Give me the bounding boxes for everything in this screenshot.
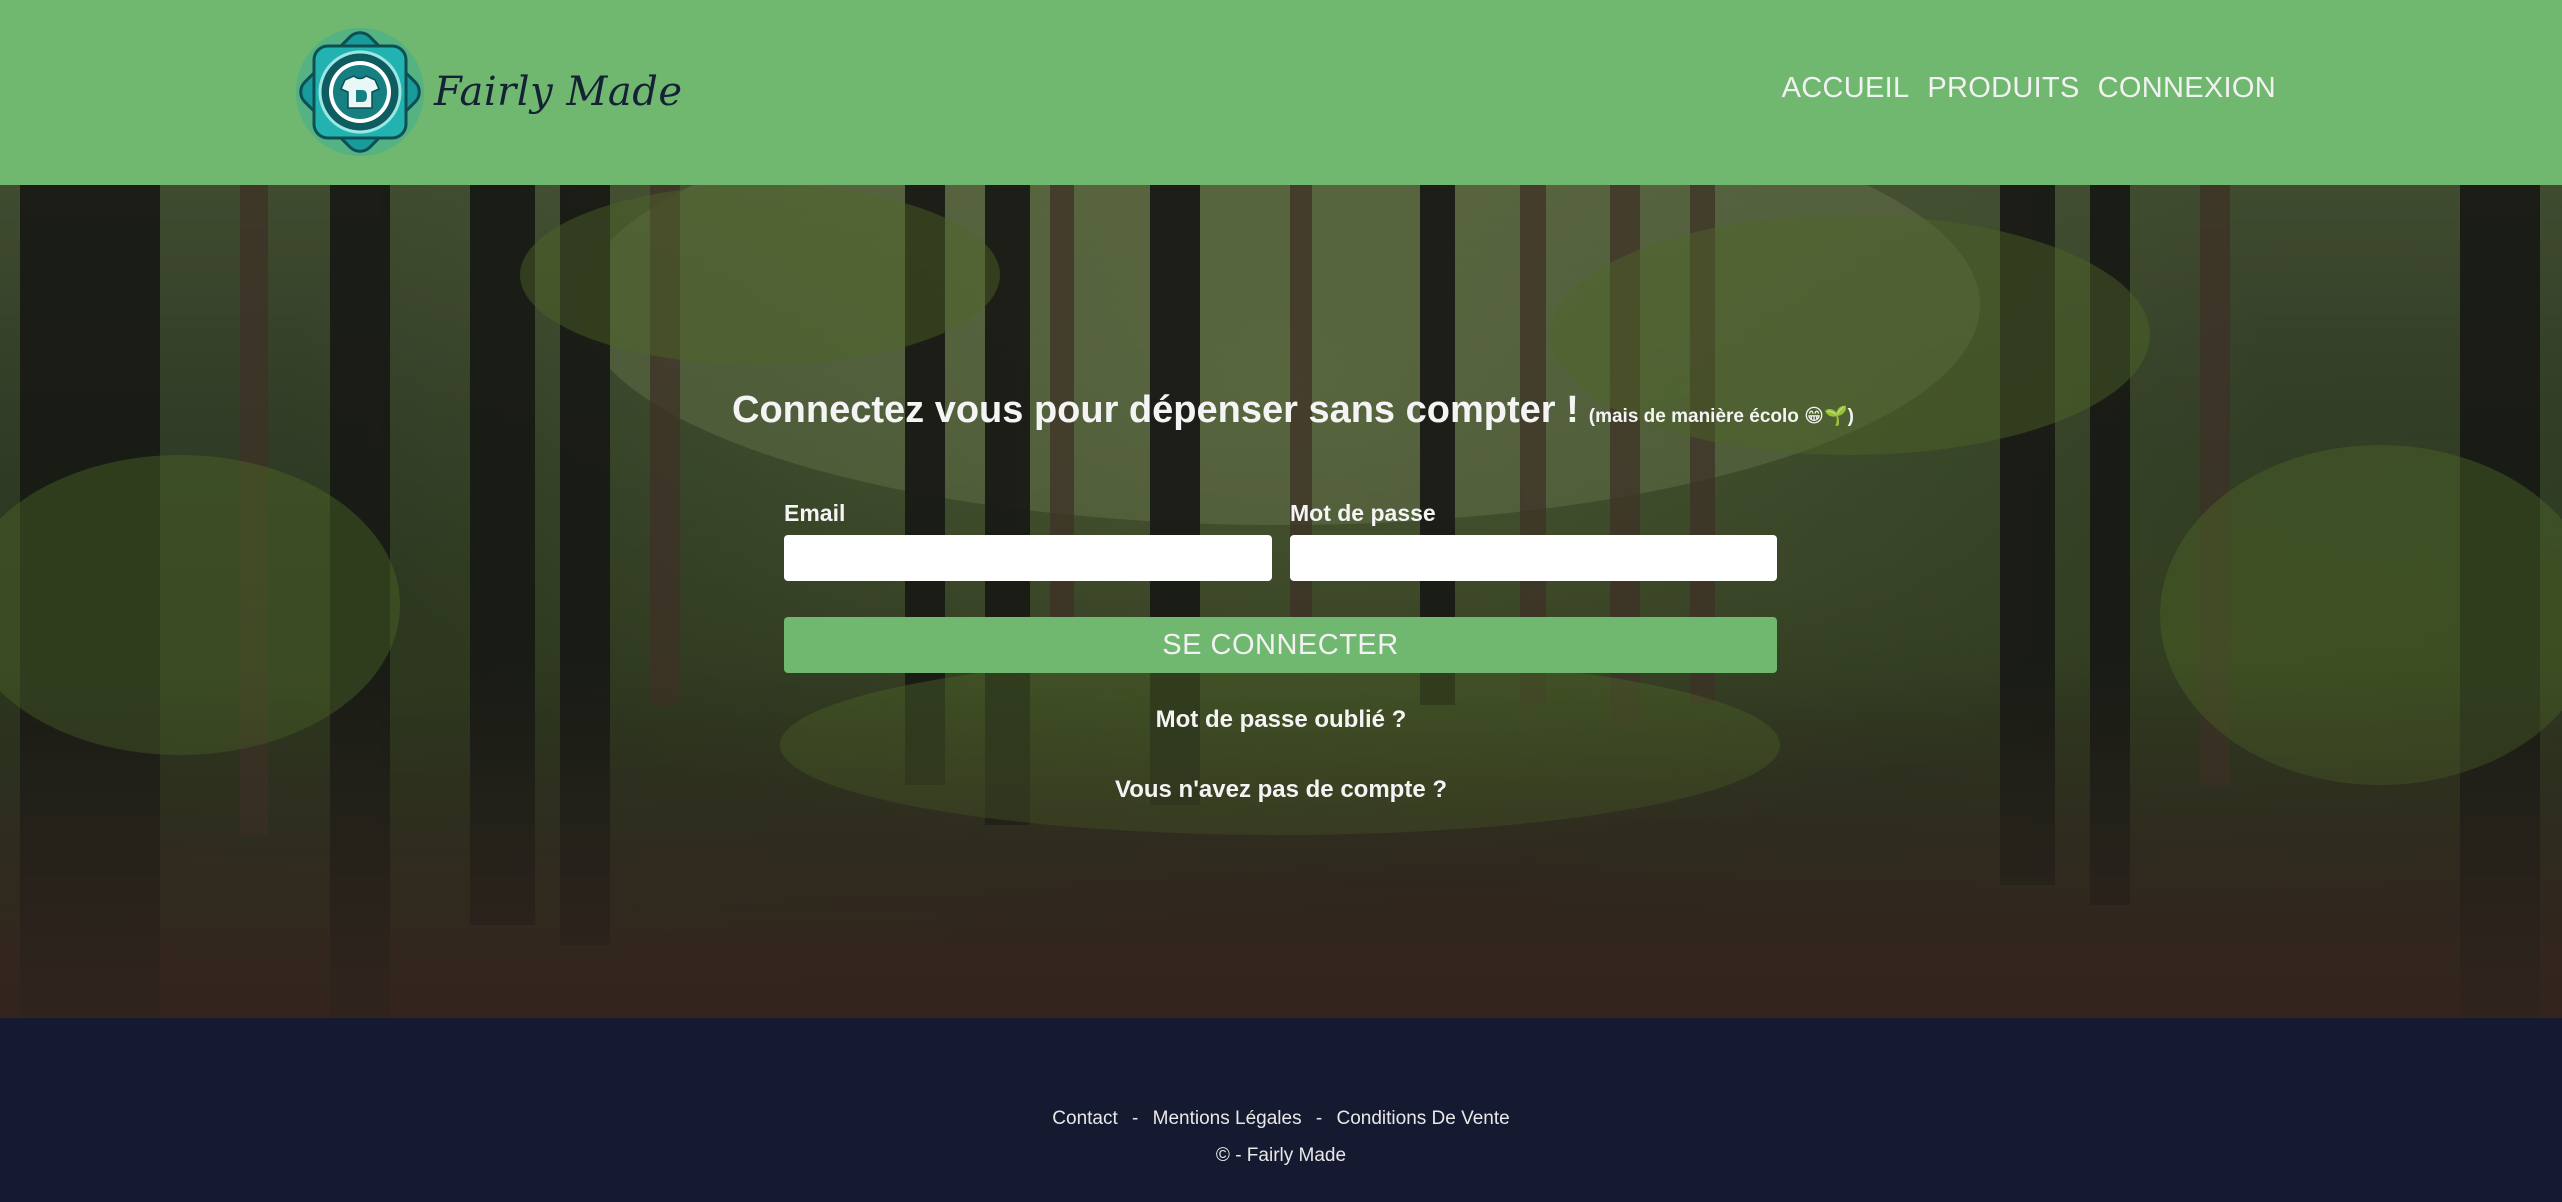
tshirt-emblem-icon: [296, 28, 424, 156]
footer-separator: -: [1315, 1108, 1323, 1129]
site-header: Fairly Made ACCUEIL PRODUITS CONNEXION: [0, 0, 2562, 185]
nav-item-accueil[interactable]: ACCUEIL: [1782, 72, 1910, 105]
copyright-text: © - Fairly Made: [1215, 1145, 1347, 1166]
login-title-row: Connectez vous pour dépenser sans compte…: [732, 389, 1854, 432]
site-footer: Contact - Mentions Légales - Conditions …: [0, 1018, 2562, 1202]
footer-separator: -: [1132, 1108, 1139, 1129]
password-label: Mot de passe: [1290, 500, 1436, 526]
brand-name: Fairly Made: [434, 69, 683, 115]
logo-link[interactable]: Fairly Made: [290, 24, 683, 160]
nav-item-produits[interactable]: PRODUITS: [1927, 72, 2079, 105]
forgot-password-link[interactable]: Mot de passe oublié ?: [0, 706, 2562, 734]
hero-section: Connectez vous pour dépenser sans compte…: [0, 185, 2562, 1018]
email-input[interactable]: [784, 535, 1272, 581]
email-label: Email: [784, 500, 846, 526]
login-title: Connectez vous pour dépenser sans compte…: [732, 389, 1579, 431]
password-input[interactable]: [1290, 535, 1777, 581]
nav-item-connexion[interactable]: CONNEXION: [2098, 72, 2276, 105]
footer-link-contact[interactable]: Contact: [1052, 1108, 1117, 1129]
footer-link-conditions[interactable]: Conditions De Vente: [1336, 1108, 1509, 1129]
login-title-note: (mais de manière écolo 😁🌱): [1588, 406, 1854, 427]
footer-link-mentions[interactable]: Mentions Légales: [1153, 1108, 1302, 1129]
hero-overlay: [0, 185, 2562, 1018]
login-button[interactable]: SE CONNECTER: [784, 617, 1777, 673]
main-nav: ACCUEIL PRODUITS CONNEXION: [1782, 72, 2276, 105]
signup-link[interactable]: Vous n'avez pas de compte ?: [0, 776, 2562, 804]
footer-links: Contact - Mentions Légales - Conditions …: [0, 1108, 2562, 1130]
